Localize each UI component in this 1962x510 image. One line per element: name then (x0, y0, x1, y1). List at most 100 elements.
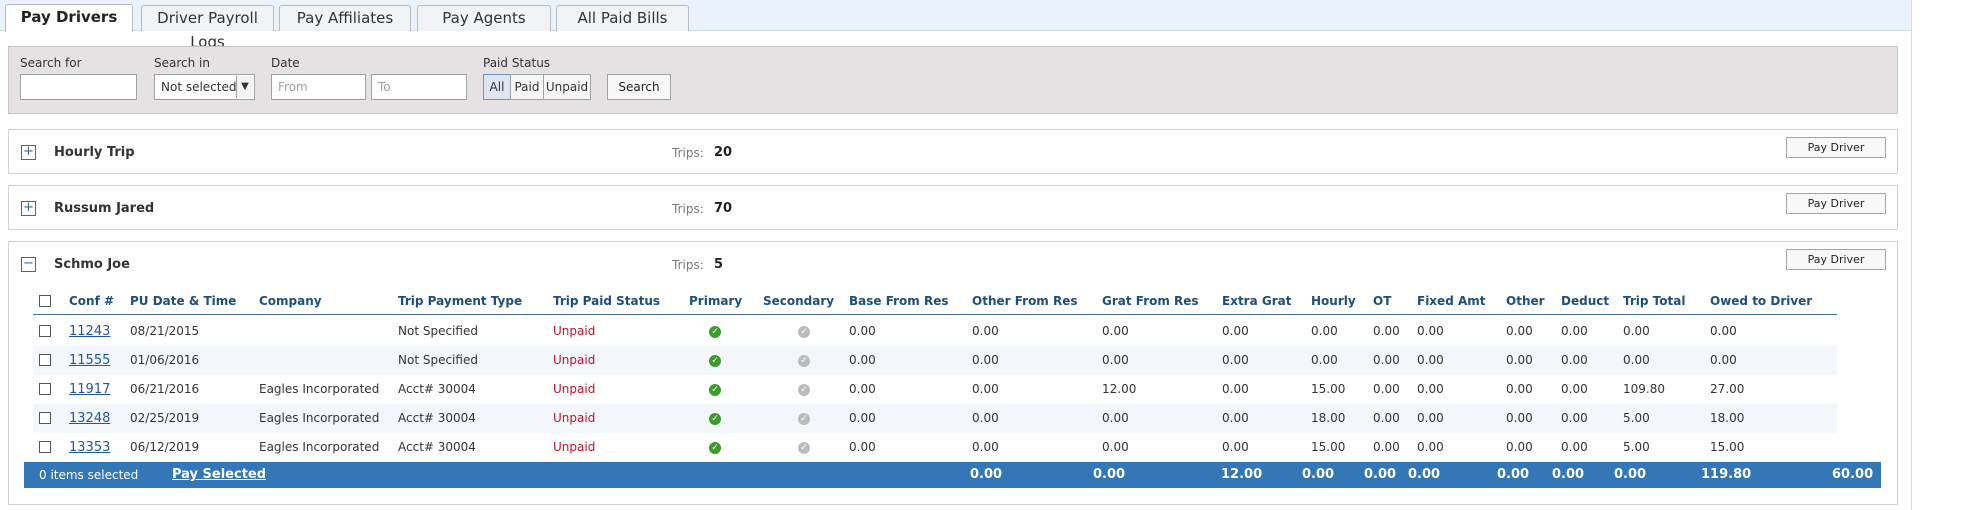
deduct: 0.00 (1561, 411, 1588, 425)
deduct: 0.00 (1561, 382, 1588, 396)
select-all-checkbox[interactable] (39, 295, 51, 307)
col-deduct[interactable]: Deduct (1561, 294, 1609, 308)
row-checkbox[interactable] (39, 441, 51, 453)
grat-from-res: 12.00 (1102, 382, 1137, 396)
pay-driver-button[interactable]: Pay Driver (1786, 249, 1886, 270)
date-to-input[interactable]: To (371, 74, 467, 100)
extra-grat: 0.00 (1222, 440, 1249, 454)
check-circle-gray-icon: ✓ (798, 442, 810, 454)
trips-label: Trips: (672, 258, 704, 272)
conf-link[interactable]: 13353 (69, 433, 110, 462)
col-base-from-res[interactable]: Base From Res (849, 294, 949, 308)
hourly: 15.00 (1311, 382, 1346, 396)
col-trip-total[interactable]: Trip Total (1623, 294, 1685, 308)
chevron-down-icon[interactable]: ▼ (236, 76, 253, 98)
tab-driver-payroll-logs[interactable]: Driver Payroll Logs (141, 5, 274, 51)
company: Eagles Incorporated (259, 440, 380, 454)
check-circle-gray-icon: ✓ (798, 326, 810, 338)
other: 0.00 (1506, 382, 1533, 396)
expand-icon[interactable]: + (21, 201, 36, 216)
trip-total: 5.00 (1623, 440, 1650, 454)
extra-grat: 0.00 (1222, 324, 1249, 338)
conf-link[interactable]: 11917 (69, 375, 110, 404)
ot: 0.00 (1373, 411, 1400, 425)
payment-type: Acct# 30004 (398, 440, 476, 454)
paid-status-all[interactable]: All (483, 74, 511, 100)
col-trip-paid-status[interactable]: Trip Paid Status (553, 294, 660, 308)
extra-grat: 0.00 (1222, 353, 1249, 367)
col-fixed-amt[interactable]: Fixed Amt (1417, 294, 1485, 308)
total-deduct: 0.00 (1614, 467, 1647, 482)
date-from-input[interactable]: From (271, 74, 366, 100)
paid-status-paid[interactable]: Paid (510, 74, 544, 100)
col-grat-from-res[interactable]: Grat From Res (1102, 294, 1199, 308)
trip-total: 0.00 (1623, 353, 1650, 367)
total-fixed-amt: 0.00 (1497, 467, 1530, 482)
tab-pay-agents[interactable]: Pay Agents (417, 5, 551, 31)
pu-date: 08/21/2015 (130, 324, 200, 338)
pay-driver-button[interactable]: Pay Driver (1786, 193, 1886, 214)
paid-status: Unpaid (553, 440, 596, 454)
owed-to-driver: 18.00 (1710, 411, 1745, 425)
hourly: 15.00 (1311, 440, 1346, 454)
other-from-res: 0.00 (972, 353, 999, 367)
other: 0.00 (1506, 411, 1533, 425)
pay-driver-button[interactable]: Pay Driver (1786, 137, 1886, 158)
expand-icon[interactable]: + (21, 145, 36, 160)
col-pu-date[interactable]: PU Date & Time (130, 294, 236, 308)
tab-pay-drivers[interactable]: Pay Drivers (5, 4, 133, 32)
deduct: 0.00 (1561, 440, 1588, 454)
row-checkbox[interactable] (39, 412, 51, 424)
col-trip-payment-type[interactable]: Trip Payment Type (398, 294, 522, 308)
owed-to-driver: 0.00 (1710, 353, 1737, 367)
row-checkbox[interactable] (39, 383, 51, 395)
ot: 0.00 (1373, 324, 1400, 338)
col-owed-to-driver[interactable]: Owed to Driver (1710, 294, 1812, 308)
search-in-select[interactable]: Not selected ▼ (154, 74, 255, 100)
tab-all-paid-bills[interactable]: All Paid Bills (556, 5, 689, 31)
tab-pay-affiliates[interactable]: Pay Affiliates (279, 5, 411, 31)
paid-status: Unpaid (553, 411, 596, 425)
fixed-amt: 0.00 (1417, 411, 1444, 425)
conf-link[interactable]: 11243 (69, 317, 110, 346)
col-company[interactable]: Company (259, 294, 322, 308)
col-other[interactable]: Other (1506, 294, 1545, 308)
extra-grat: 0.00 (1222, 382, 1249, 396)
row-checkbox[interactable] (39, 325, 51, 337)
col-conf[interactable]: Conf # (69, 294, 114, 308)
deduct: 0.00 (1561, 324, 1588, 338)
base-from-res: 0.00 (849, 411, 876, 425)
check-circle-icon: ✓ (709, 326, 721, 338)
extra-grat: 0.00 (1222, 411, 1249, 425)
col-ot[interactable]: OT (1373, 294, 1391, 308)
paid-status: Unpaid (553, 353, 596, 367)
col-secondary[interactable]: Secondary (763, 294, 834, 308)
hourly: 0.00 (1311, 324, 1338, 338)
other: 0.00 (1506, 324, 1533, 338)
total-other-from-res: 0.00 (1093, 467, 1126, 482)
col-hourly[interactable]: Hourly (1311, 294, 1356, 308)
owed-to-driver: 0.00 (1710, 324, 1737, 338)
grat-from-res: 0.00 (1102, 324, 1129, 338)
table-row: 13353 06/12/2019 Eagles Incorporated Acc… (33, 433, 1837, 462)
fixed-amt: 0.00 (1417, 353, 1444, 367)
grat-from-res: 0.00 (1102, 411, 1129, 425)
trip-total: 5.00 (1623, 411, 1650, 425)
fixed-amt: 0.00 (1417, 440, 1444, 454)
row-checkbox[interactable] (39, 354, 51, 366)
paid-status-unpaid[interactable]: Unpaid (543, 74, 591, 100)
owed-to-driver: 15.00 (1710, 440, 1745, 454)
pay-selected-link[interactable]: Pay Selected (172, 462, 266, 488)
col-extra-grat[interactable]: Extra Grat (1222, 294, 1291, 308)
conf-link[interactable]: 13248 (69, 404, 110, 433)
search-for-input[interactable] (20, 74, 137, 100)
col-primary[interactable]: Primary (689, 294, 742, 308)
search-button[interactable]: Search (607, 74, 671, 100)
col-other-from-res[interactable]: Other From Res (972, 294, 1078, 308)
fixed-amt: 0.00 (1417, 382, 1444, 396)
items-selected-count: 0 items selected (39, 468, 139, 482)
total-owed-to-driver: 60.00 (1832, 467, 1874, 482)
check-circle-icon: ✓ (709, 413, 721, 425)
conf-link[interactable]: 11555 (69, 346, 110, 375)
collapse-icon[interactable]: − (21, 257, 36, 272)
